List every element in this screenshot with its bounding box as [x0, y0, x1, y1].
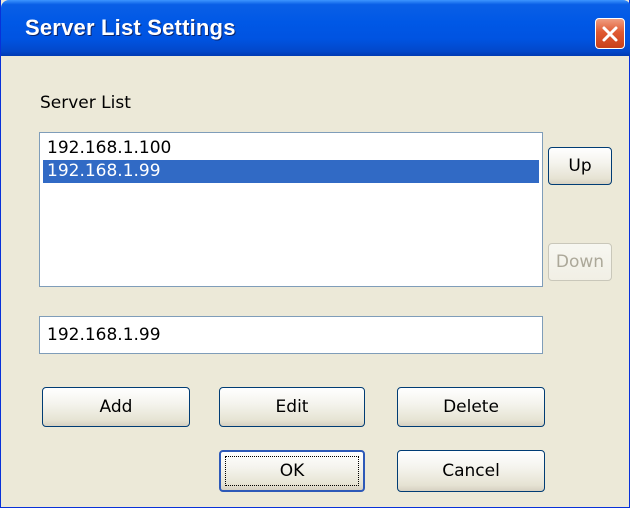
- close-button[interactable]: [595, 18, 625, 49]
- close-icon: [601, 25, 619, 43]
- server-list-label: Server List: [40, 93, 131, 113]
- list-item[interactable]: 192.168.1.100: [43, 137, 539, 160]
- ok-button-label: OK: [279, 461, 305, 481]
- title-bar[interactable]: Server List Settings: [1, 0, 630, 56]
- cancel-button[interactable]: Cancel: [397, 450, 545, 492]
- edit-button[interactable]: Edit: [219, 387, 365, 427]
- add-button[interactable]: Add: [42, 387, 190, 427]
- up-button[interactable]: Up: [548, 147, 612, 185]
- list-item-selected[interactable]: 192.168.1.99: [43, 160, 539, 183]
- down-button[interactable]: Down: [548, 243, 612, 281]
- window-title: Server List Settings: [25, 15, 236, 40]
- delete-button[interactable]: Delete: [397, 387, 545, 427]
- ok-button[interactable]: OK: [219, 450, 365, 492]
- server-address-input[interactable]: 192.168.1.99: [39, 316, 543, 354]
- server-listbox[interactable]: 192.168.1.100 192.168.1.99: [39, 132, 543, 287]
- dialog-window: Server List Settings Server List 192.168…: [0, 0, 630, 508]
